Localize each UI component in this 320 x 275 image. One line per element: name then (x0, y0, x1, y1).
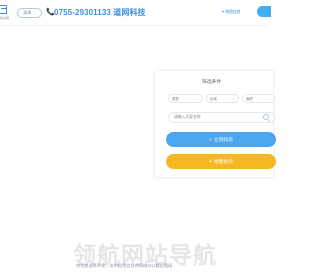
header-action-button[interactable] (257, 6, 271, 17)
filter-panel: 筛选条件 类型 ⌄ 区域 ⌄ 面积 ⌄ 请输入大厦名称 ⌕ 立刻找房 ⌖ 地图找… (154, 70, 276, 178)
city-label: 深圳 (23, 10, 32, 15)
district-select[interactable]: 区域 ⌄ (206, 94, 239, 103)
site-logo[interactable]: 找房网 (0, 3, 12, 23)
logo-subtitle: 找房网 (0, 16, 10, 20)
map-pin-icon: ⌖ (208, 158, 212, 165)
map-search-link[interactable]: ⌖地图找房 (222, 9, 240, 15)
area-select[interactable]: 面积 ⌄ (242, 94, 275, 103)
district-select-label: 区域 (210, 97, 217, 101)
building-search-input[interactable]: 请输入大厦名称 (168, 112, 275, 123)
find-now-button[interactable]: ⌕ 立刻找房 (166, 132, 276, 147)
hotline-number: 0755-29301133 (54, 8, 111, 17)
chevron-down-icon: ⌄ (33, 11, 36, 15)
chevron-down-icon: ⌄ (196, 96, 199, 101)
city-selector[interactable]: 深圳 ⌄ (17, 8, 42, 18)
filter-title: 筛选条件 (201, 80, 222, 85)
phone-icon: 📞 (46, 9, 55, 16)
logo-mark-icon (0, 5, 7, 14)
type-select-label: 类型 (172, 97, 179, 101)
chevron-down-icon: ⌄ (268, 96, 271, 101)
hotline[interactable]: 0755-29301133 道网科技 (54, 7, 146, 18)
chevron-down-icon: ⌄ (232, 96, 235, 101)
map-icon: ⌖ (222, 9, 225, 14)
area-select-label: 面积 (246, 97, 253, 101)
search-icon: ⌕ (208, 136, 212, 143)
type-select[interactable]: 类型 ⌄ (168, 94, 203, 103)
top-header: 找房网 深圳 ⌄ 📞 0755-29301133 道网科技 ⌖地图找房 (0, 0, 271, 26)
search-icon[interactable] (263, 114, 269, 120)
footer-tagline: 特色房源系列化，发布租赁信息的网络办公楼出租网 (76, 263, 173, 268)
brand-name: 道网科技 (113, 8, 146, 17)
map-search-button[interactable]: ⌖ 地图找房 (166, 154, 276, 169)
